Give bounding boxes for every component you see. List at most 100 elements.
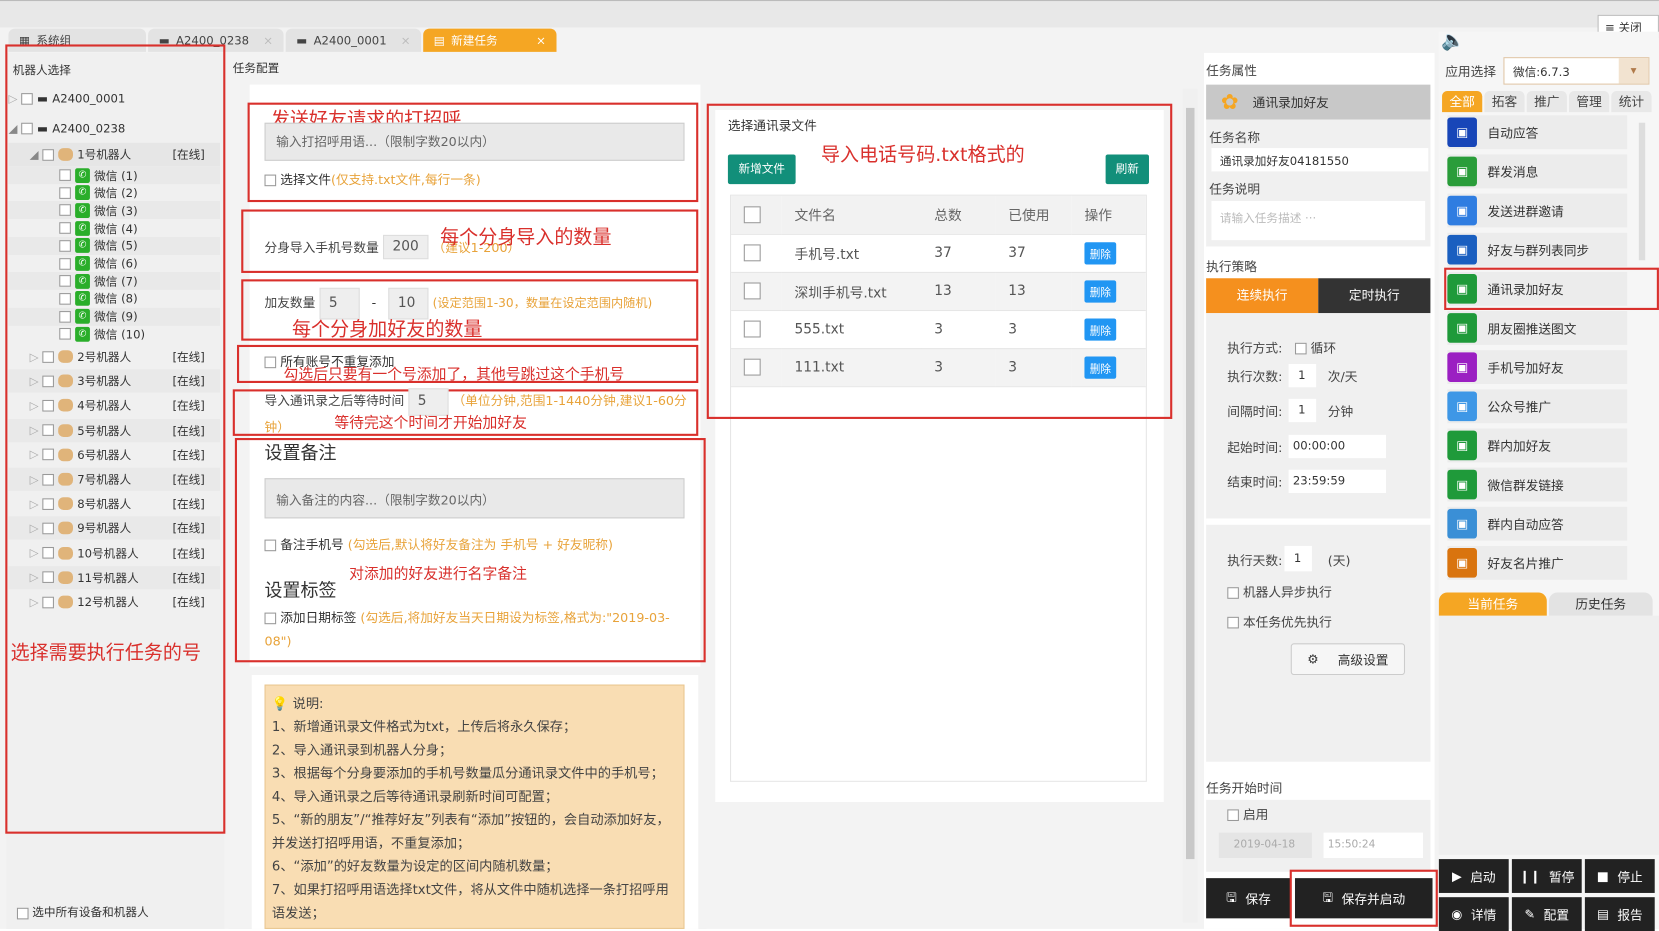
checkbox[interactable] [42,497,54,510]
remark-input[interactable]: 输入备注的内容...（限制字数20以内） [264,478,685,519]
checkbox[interactable] [1227,809,1239,822]
checkbox[interactable] [42,399,54,412]
remark-phone-option[interactable]: 备注手机号 (勾选后,默认将好友备注为 手机号 + 好友昵称) [264,535,613,553]
app-item[interactable]: ▣ 群内自动应答 [1447,506,1628,541]
robot-row[interactable]: ▷ 4号机器人 [在线] [8,394,220,417]
robot-row[interactable]: ▷ 11号机器人 [在线] [8,565,221,590]
action-button-play[interactable]: ▶ 启动 [1438,859,1509,893]
close-icon[interactable]: × [401,33,411,47]
tab-a2400-0001[interactable]: ▬ A2400_0001 × [285,28,422,52]
app-scrollbar[interactable] [1638,122,1646,261]
robot-row[interactable]: ▷ 5号机器人 [在线] [8,418,221,442]
app-item[interactable]: ▣ 自动应答 [1447,115,1628,150]
time-input[interactable]: 15:50:24 [1323,832,1424,859]
wechat-account-row[interactable]: ✆ 微信 (3) [8,201,221,220]
tab-continuous[interactable]: 连续执行 [1206,278,1319,314]
checkbox[interactable] [1227,587,1239,599]
delete-button[interactable]: 删除 [1084,279,1117,303]
add-file-button[interactable]: 新增文件 [727,154,796,185]
app-select[interactable]: 微信:6.7.3 ▾ [1503,57,1650,85]
app-item[interactable]: ▣ 微信群发链接 [1447,467,1628,502]
checkbox[interactable] [59,204,71,217]
scrollbar-thumb[interactable] [1186,107,1195,860]
checkbox[interactable] [1227,616,1239,629]
action-button-edit[interactable]: ✎ 配置 [1511,897,1582,931]
checkbox[interactable] [59,222,71,234]
start-time-input[interactable]: 00:00:00 [1288,434,1386,459]
app-category-tab[interactable]: 全部 [1442,90,1483,113]
app-category-tab[interactable]: 统计 [1611,90,1652,113]
checkbox[interactable] [264,612,277,625]
robot-row[interactable]: ▷ 10号机器人 [在线] [8,541,220,564]
interval-input[interactable]: 1 [1288,398,1317,423]
tab-new-task[interactable]: ▤ 新建任务 × [423,28,557,52]
app-item[interactable]: ▣ 朋友圈推送图文 [1447,311,1628,345]
checkbox[interactable] [42,350,54,363]
close-icon[interactable]: × [263,33,273,47]
app-category-tab[interactable]: 拓客 [1484,90,1525,113]
device-row[interactable]: ◢ ▬ A2400_0238 [8,116,220,139]
table-row[interactable]: 555.txt 3 3 删除 [731,309,1146,349]
table-row[interactable]: 111.txt 3 3 删除 [731,348,1146,387]
async-option[interactable]: 机器人异步执行 [1227,583,1332,601]
advanced-settings-button[interactable]: ⚙ 高级设置 [1290,643,1406,676]
checkbox[interactable] [59,292,71,305]
refresh-button[interactable]: 刷新 [1105,154,1149,185]
import-count-input[interactable]: 200 [383,234,429,260]
tab-system-group[interactable]: ▦ 系统组 [8,28,147,52]
app-item[interactable]: ▣ 群发消息 [1447,154,1628,189]
checkbox[interactable] [42,522,54,535]
wechat-account-row[interactable]: ✆ 微信 (10) [8,325,220,343]
days-input[interactable]: 1 [1284,545,1312,572]
row-checkbox[interactable] [743,282,761,300]
checkbox[interactable] [42,148,54,161]
select-file-option[interactable]: 选择文件(仅支持.txt文件,每行一条) [264,170,481,188]
checkbox[interactable] [42,547,54,559]
end-time-input[interactable]: 23:59:59 [1288,469,1386,494]
app-item[interactable]: ▣ 通讯录加好友 [1447,271,1628,306]
checkbox[interactable] [264,356,277,369]
checkbox[interactable] [42,375,54,387]
wechat-account-row[interactable]: ✆ 微信 (6) [8,254,220,272]
chevron-down-icon[interactable]: ▾ [1618,58,1649,84]
greeting-input[interactable]: 输入打招呼用语...（限制字数20以内） [264,122,685,161]
checkbox[interactable] [1294,342,1307,355]
save-button[interactable]: 🖫 保存 [1206,878,1291,919]
robot-row[interactable]: ◢ 1号机器人 [在线] [8,142,221,167]
row-checkbox[interactable] [743,244,761,262]
enable-option[interactable]: 启用 [1227,805,1268,823]
device-row[interactable]: ▷ ▬ A2400_0001 [8,87,220,110]
checkbox[interactable] [42,473,54,486]
speaker-icon[interactable]: 🔈 [1441,30,1465,52]
checkbox[interactable] [21,122,33,134]
wechat-account-row[interactable]: ✆ 微信 (2) [8,184,220,202]
checkbox[interactable] [59,169,71,181]
table-row[interactable]: 深圳手机号.txt 13 13 删除 [731,271,1146,311]
checkbox[interactable] [42,571,54,584]
table-row[interactable]: 手机号.txt 37 37 删除 [731,233,1146,273]
checkbox[interactable] [42,424,54,436]
row-checkbox[interactable] [743,358,761,376]
select-all[interactable]: 选中所有设备和机器人 [16,904,149,921]
wechat-account-row[interactable]: ✆ 微信 (5) [8,236,221,255]
checkbox[interactable] [59,239,71,252]
task-desc-input[interactable]: 请输入任务描述 ··· [1211,201,1426,241]
robot-row[interactable]: ▷ 8号机器人 [在线] [8,492,220,515]
app-item[interactable]: ▣ 公众号推广 [1447,389,1628,424]
tab-scheduled[interactable]: 定时执行 [1318,278,1431,314]
robot-row[interactable]: ▷ 6号机器人 [在线] [8,443,220,466]
checkbox[interactable] [59,310,71,323]
wechat-account-row[interactable]: ✆ 微信 (9) [8,307,221,326]
scrollbar[interactable] [1182,88,1198,923]
app-item[interactable]: ▣ 好友与群列表同步 [1447,232,1628,267]
wechat-account-row[interactable]: ✆ 微信 (4) [8,219,220,237]
date-tag-option[interactable]: 添加日期标签 (勾选后,将加好友当天日期设为标签,格式为:"2019-03-08… [264,606,688,653]
action-button-report[interactable]: ▤ 报告 [1584,897,1655,931]
checkbox[interactable] [42,448,54,461]
checkbox[interactable] [264,539,277,552]
action-button-eye[interactable]: ◉ 详情 [1438,897,1509,931]
wechat-account-row[interactable]: ✆ 微信 (7) [8,272,221,291]
checkbox[interactable] [59,328,71,340]
app-item[interactable]: ▣ 发送进群邀请 [1447,193,1628,228]
close-icon[interactable]: × [536,33,546,47]
